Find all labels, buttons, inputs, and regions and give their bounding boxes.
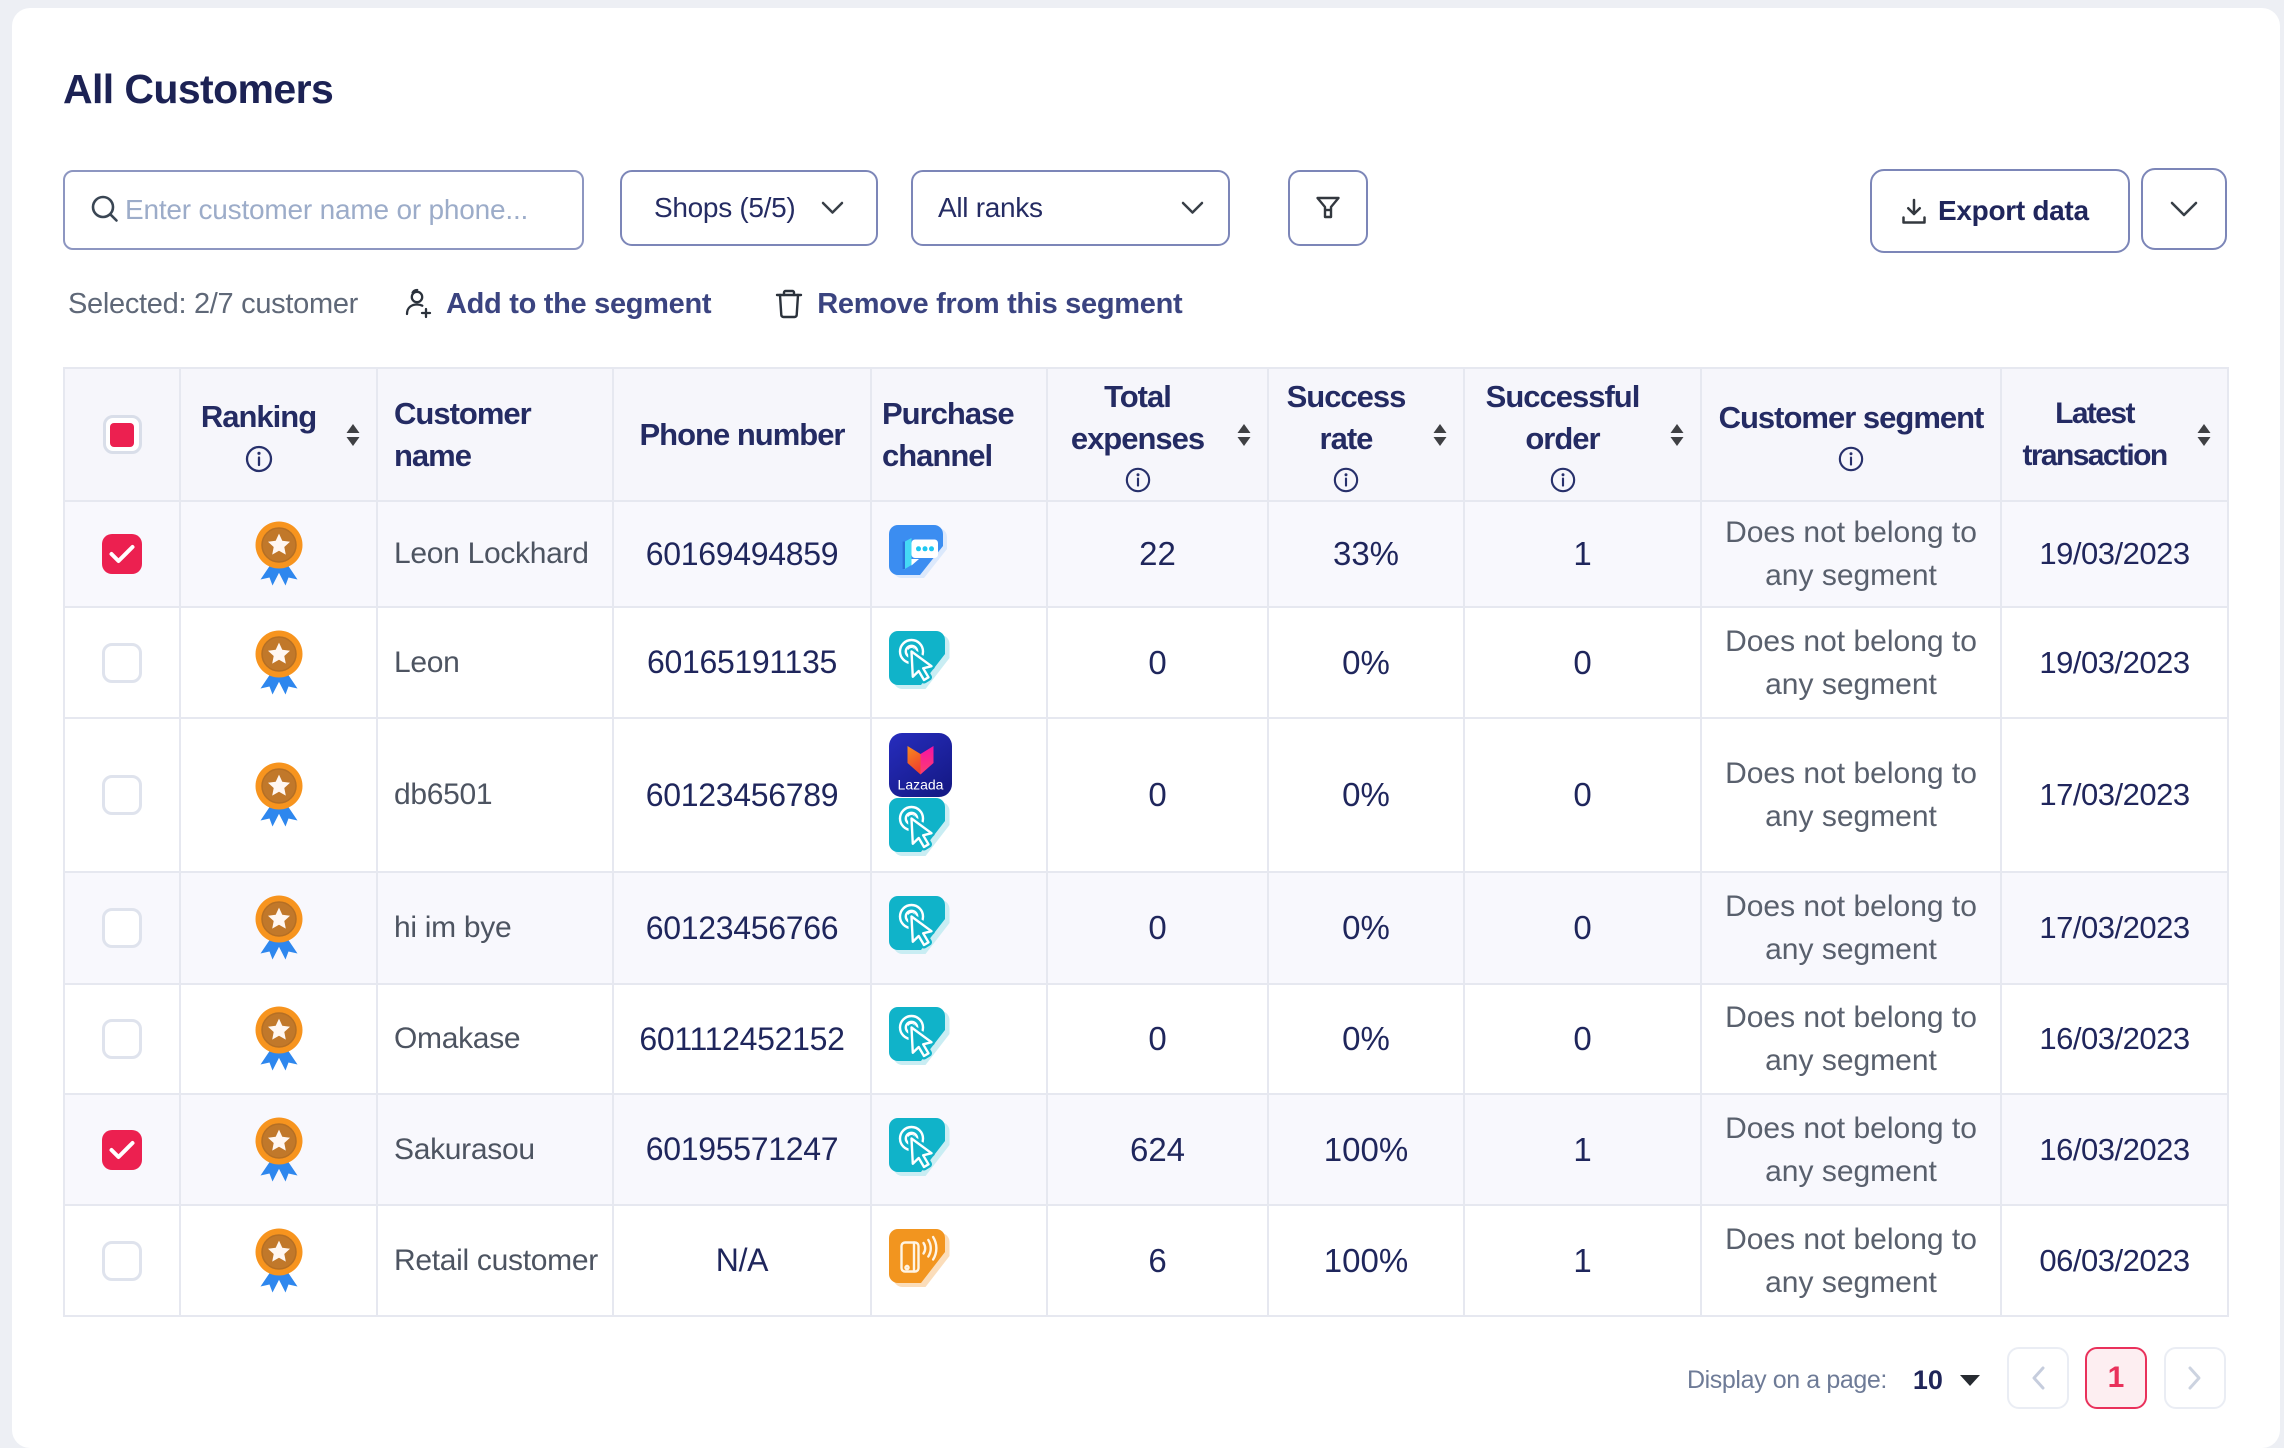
svg-text:Lazada: Lazada (898, 777, 944, 793)
